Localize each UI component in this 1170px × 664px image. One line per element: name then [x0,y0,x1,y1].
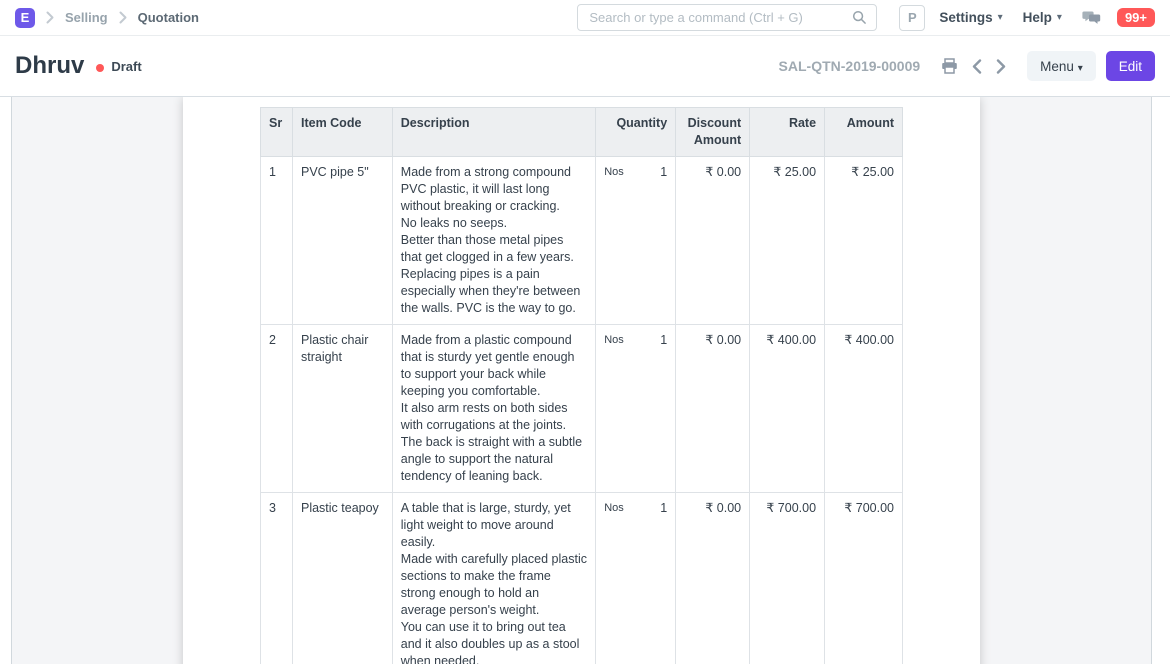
cell-rate: ₹ 25.00 [750,157,825,325]
search-input[interactable] [587,9,852,26]
edit-button[interactable]: Edit [1106,51,1155,81]
cell-sr: 1 [261,157,293,325]
table-row: 2 Plastic chair straight Made from a pla… [261,325,903,493]
row-rate: ₹ 25.00 [773,165,816,179]
search-icon [852,10,867,25]
cell-sr: 3 [261,493,293,664]
document-id: SAL-QTN-2019-00009 [779,58,921,74]
table-row: 1 PVC pipe 5" Made from a strong compoun… [261,157,903,325]
page-head: Dhruv Draft SAL-QTN-2019-00009 Menu ▾ Ed… [0,36,1170,97]
user-avatar[interactable]: P [899,5,925,31]
cell-description: A table that is large, sturdy, yet light… [392,493,595,664]
app-logo-letter: E [21,10,30,25]
prev-doc-icon[interactable] [968,57,986,76]
settings-label: Settings [939,10,992,25]
row-discount-amount: ₹ 0.00 [705,501,741,515]
help-menu[interactable]: Help ▾ [1023,10,1062,25]
settings-menu[interactable]: Settings ▾ [939,10,1002,25]
help-label: Help [1023,10,1052,25]
chevron-down-icon: ▾ [998,12,1003,23]
breadcrumb-chevron-icon [119,11,127,24]
row-description: Made from a plastic compound that is stu… [401,333,582,483]
col-header-item-code: Item Code [292,108,392,157]
col-header-quantity: Quantity [596,108,676,157]
cell-item-code: PVC pipe 5" [292,157,392,325]
items-table: Sr Item Code Description Quantity Discou… [260,107,903,664]
row-uom: Nos [604,500,624,516]
col-header-sr: Sr [261,108,293,157]
edit-button-label: Edit [1119,59,1142,74]
cell-amount: ₹ 400.00 [825,325,903,493]
row-quantity: 1 [660,500,667,517]
cell-description: Made from a strong compound PVC plastic,… [392,157,595,325]
cell-quantity: Nos 1 [596,493,676,664]
row-discount-amount: ₹ 0.00 [705,333,741,347]
row-amount: ₹ 700.00 [844,501,894,515]
row-uom: Nos [604,332,624,348]
cell-quantity: Nos 1 [596,157,676,325]
chat-icon[interactable] [1082,9,1101,26]
app-logo[interactable]: E [15,8,35,28]
chevron-down-icon: ▾ [1057,12,1062,23]
cell-amount: ₹ 25.00 [825,157,903,325]
row-rate: ₹ 400.00 [766,333,816,347]
global-search[interactable] [577,4,877,31]
row-rate: ₹ 700.00 [766,501,816,515]
cell-rate: ₹ 400.00 [750,325,825,493]
row-quantity: 1 [660,164,667,181]
print-icon[interactable] [937,56,962,76]
print-format-paper: Sr Item Code Description Quantity Discou… [183,97,980,664]
row-description: A table that is large, sturdy, yet light… [401,501,587,664]
col-header-discount-amount: Discount Amount [676,108,750,157]
breadcrumb-quotation[interactable]: Quotation [138,10,199,25]
print-preview-area: Sr Item Code Description Quantity Discou… [0,97,1170,664]
avatar-letter: P [908,10,917,25]
navbar-right: P Settings ▾ Help ▾ 99+ [577,4,1155,31]
col-header-amount: Amount [825,108,903,157]
col-header-rate: Rate [750,108,825,157]
cell-amount: ₹ 700.00 [825,493,903,664]
top-navbar: E Selling Quotation P Settings ▾ Help ▾ [0,0,1170,36]
cell-discount-amount: ₹ 0.00 [676,493,750,664]
breadcrumb-chevron-icon [46,11,54,24]
row-discount-amount: ₹ 0.00 [705,165,741,179]
cell-item-code: Plastic chair straight [292,325,392,493]
cell-discount-amount: ₹ 0.00 [676,157,750,325]
notification-badge[interactable]: 99+ [1117,8,1155,27]
next-doc-icon[interactable] [992,57,1010,76]
cell-quantity: Nos 1 [596,325,676,493]
cell-discount-amount: ₹ 0.00 [676,325,750,493]
cell-rate: ₹ 700.00 [750,493,825,664]
chevron-down-icon: ▾ [1078,63,1083,74]
row-sr: 2 [269,333,276,347]
row-item-code: Plastic chair straight [301,333,368,364]
row-uom: Nos [604,164,624,180]
row-sr: 3 [269,501,276,515]
row-item-code: PVC pipe 5" [301,165,369,179]
row-amount: ₹ 400.00 [844,333,894,347]
cell-description: Made from a plastic compound that is stu… [392,325,595,493]
row-description: Made from a strong compound PVC plastic,… [401,165,581,315]
print-preview-wrapper: Sr Item Code Description Quantity Discou… [11,97,1152,664]
row-quantity: 1 [660,332,667,349]
col-header-description: Description [392,108,595,157]
status-badge: Draft [111,59,141,74]
row-sr: 1 [269,165,276,179]
breadcrumb-selling[interactable]: Selling [65,10,108,25]
menu-button-label: Menu [1040,59,1074,74]
row-amount: ₹ 25.00 [851,165,894,179]
menu-button[interactable]: Menu ▾ [1027,51,1096,81]
status-dot [96,64,104,72]
cell-item-code: Plastic teapoy [292,493,392,664]
table-header-row: Sr Item Code Description Quantity Discou… [261,108,903,157]
page-head-actions: SAL-QTN-2019-00009 Menu ▾ Edit [779,51,1155,81]
table-row: 3 Plastic teapoy A table that is large, … [261,493,903,664]
row-item-code: Plastic teapoy [301,501,379,515]
cell-sr: 2 [261,325,293,493]
page-title: Dhruv [15,52,84,80]
